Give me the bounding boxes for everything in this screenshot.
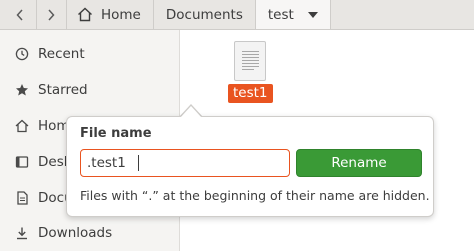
chevron-down-icon[interactable] [307, 11, 318, 18]
document-icon [14, 190, 30, 206]
breadcrumb-documents[interactable]: Documents [152, 0, 255, 29]
popover-title: File name [80, 126, 152, 141]
sidebar-item-label: Starred [38, 82, 88, 98]
forward-button[interactable] [36, 0, 64, 29]
desktop-icon [14, 154, 30, 170]
breadcrumb-documents-label: Documents [165, 6, 243, 23]
file-name-label[interactable]: test1 [228, 84, 273, 103]
breadcrumb-test[interactable]: test [254, 0, 331, 29]
chevron-right-icon [47, 8, 55, 21]
header-bar: Home Documents test [0, 0, 474, 30]
home-icon [14, 118, 30, 134]
breadcrumb-home-label: Home [101, 6, 141, 23]
popover-arrow-fill [180, 106, 202, 118]
text-file-icon[interactable] [234, 41, 266, 81]
rename-popover: File name Rename Files with “.” at the b… [66, 116, 434, 217]
breadcrumb-home[interactable]: Home [66, 0, 153, 29]
chevron-left-icon [16, 8, 23, 21]
sidebar-item-label: Downloads [38, 225, 113, 241]
clock-icon [14, 46, 30, 62]
file-name-input[interactable] [80, 149, 290, 177]
back-button[interactable] [6, 0, 34, 29]
rename-button[interactable]: Rename [296, 149, 422, 177]
download-icon [14, 225, 30, 241]
home-icon [78, 7, 92, 22]
star-icon [14, 82, 30, 98]
sidebar-item-label: Recent [38, 46, 85, 62]
sidebar-item-starred[interactable]: Starred [0, 78, 180, 102]
breadcrumb-test-label: test [267, 6, 294, 23]
text-caret [138, 155, 139, 171]
breadcrumb: Home Documents test [66, 0, 331, 29]
sidebar-item-recent[interactable]: Recent [0, 42, 180, 66]
sidebar-item-downloads[interactable]: Downloads [0, 221, 180, 245]
hidden-file-hint: Files with “.” at the beginning of their… [80, 188, 430, 203]
